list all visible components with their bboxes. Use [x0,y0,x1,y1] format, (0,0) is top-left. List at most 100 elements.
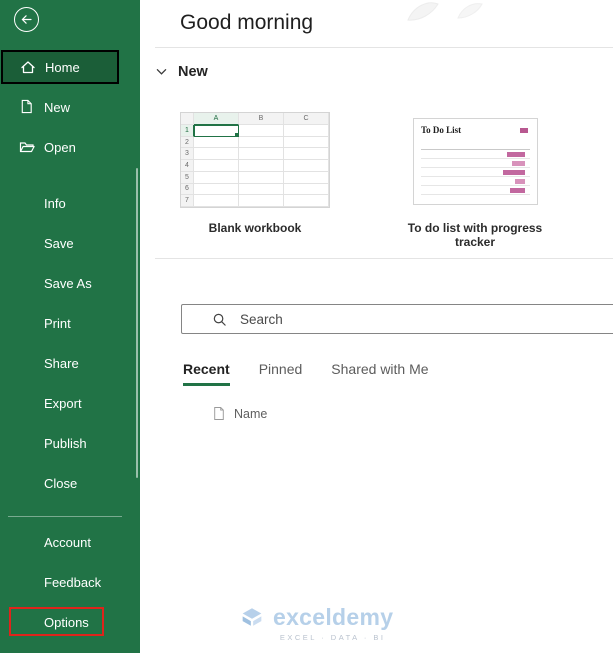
sidebar-item-label: Save [44,236,74,251]
header-divider [155,47,613,48]
grid-cell [239,160,284,172]
grid-cell [194,184,239,196]
grid-cell [284,195,329,207]
blank-workbook-thumbnail: A B C 1 2 3 4 5 [180,112,330,208]
grid-cell [239,137,284,149]
todo-thumb-table [421,141,530,195]
tab-recent[interactable]: Recent [183,361,230,386]
template-blank-workbook[interactable]: A B C 1 2 3 4 5 [180,112,330,208]
watermark-brand: exceldemy [273,604,393,631]
row-header: 3 [181,148,194,160]
name-column-label: Name [234,407,267,421]
row-header: 1 [181,125,194,137]
grid-cell [284,172,329,184]
grid-cell [284,148,329,160]
sidebar-item-label: Options [44,615,89,630]
sidebar-item-export[interactable]: Export [0,389,140,417]
sidebar-item-label: Account [44,535,91,550]
sidebar-item-home[interactable]: Home [1,50,119,84]
decorative-artwork [400,0,510,22]
todo-list-thumbnail: To Do List [413,118,538,205]
greeting-title: Good morning [180,11,313,35]
sidebar-item-label: Publish [44,436,87,451]
chevron-down-icon [156,68,167,76]
back-arrow-icon [20,13,33,26]
progress-bar [507,152,525,157]
sidebar-item-label: Close [44,476,77,491]
row-header: 4 [181,160,194,172]
back-button[interactable] [14,7,39,32]
row-header: 5 [181,172,194,184]
sidebar-item-close[interactable]: Close [0,469,140,497]
row-header: 7 [181,195,194,207]
file-list-tabs: Recent Pinned Shared with Me [183,361,429,386]
search-icon [212,312,227,327]
sidebar-item-print[interactable]: Print [0,309,140,337]
grid-cell [194,195,239,207]
column-header: A [194,113,239,125]
sidebar-divider [8,516,122,517]
grid-cell [194,160,239,172]
grid-cell [284,184,329,196]
sidebar-item-options[interactable]: Options [0,608,140,636]
new-section-label: New [178,64,208,80]
sidebar-item-label: Export [44,396,82,411]
progress-bar [510,188,525,193]
sidebar-item-label: Home [45,60,80,75]
sidebar-item-label: Open [44,140,76,155]
document-icon [213,406,225,421]
grid-cell [239,195,284,207]
grid-cell [194,172,239,184]
tab-pinned[interactable]: Pinned [259,361,303,386]
exceldemy-watermark: exceldemy EXCEL · DATA · BI [238,603,393,642]
row-header: 2 [181,137,194,149]
section-divider [155,258,613,259]
new-document-icon [19,99,35,115]
exceldemy-logo-icon [238,603,266,631]
grid-cell [284,160,329,172]
sidebar-item-info[interactable]: Info [0,189,140,217]
progress-bar [512,161,525,166]
template-title: To do list with progress tracker [390,221,560,249]
grid-cell [239,148,284,160]
sidebar-item-share[interactable]: Share [0,349,140,377]
progress-bar [503,170,525,175]
grid-cell [239,184,284,196]
spreadsheet-thumbnail: A B C 1 2 3 4 5 [181,113,329,207]
new-section-toggle[interactable]: New [156,64,208,80]
tab-shared-with-me[interactable]: Shared with Me [331,361,428,386]
todo-thumb-title: To Do List [421,125,530,135]
sidebar-item-label: Share [44,356,79,371]
progress-bar [515,179,525,184]
row-header: 6 [181,184,194,196]
grid-cell [194,148,239,160]
grid-corner [181,113,194,125]
selected-cell [194,125,239,137]
column-header: C [284,113,329,125]
sidebar-item-open[interactable]: Open [0,133,140,161]
sidebar-item-save[interactable]: Save [0,229,140,257]
template-todo-list[interactable]: To Do List [413,118,538,205]
grid-cell [284,137,329,149]
sidebar-item-account[interactable]: Account [0,528,140,556]
todo-legend-swatch [520,128,528,133]
sidebar-scrollbar[interactable] [136,168,138,478]
sidebar-item-feedback[interactable]: Feedback [0,568,140,596]
search-box[interactable] [181,304,613,334]
column-header: B [239,113,284,125]
search-input[interactable] [240,312,570,327]
watermark-tagline: EXCEL · DATA · BI [280,633,386,642]
sidebar-item-label: Info [44,196,66,211]
grid-cell [239,125,284,137]
sidebar-item-save-as[interactable]: Save As [0,269,140,297]
sidebar-item-label: New [44,100,70,115]
grid-cell [239,172,284,184]
sidebar-item-publish[interactable]: Publish [0,429,140,457]
grid-cell [284,125,329,137]
sidebar-item-label: Print [44,316,71,331]
sidebar-item-new[interactable]: New [0,93,140,121]
name-column-header[interactable]: Name [213,406,267,421]
backstage-sidebar: Home New Open Info Save Save As Print Sh… [0,0,140,653]
sidebar-item-label: Save As [44,276,92,291]
sidebar-item-label: Feedback [44,575,101,590]
